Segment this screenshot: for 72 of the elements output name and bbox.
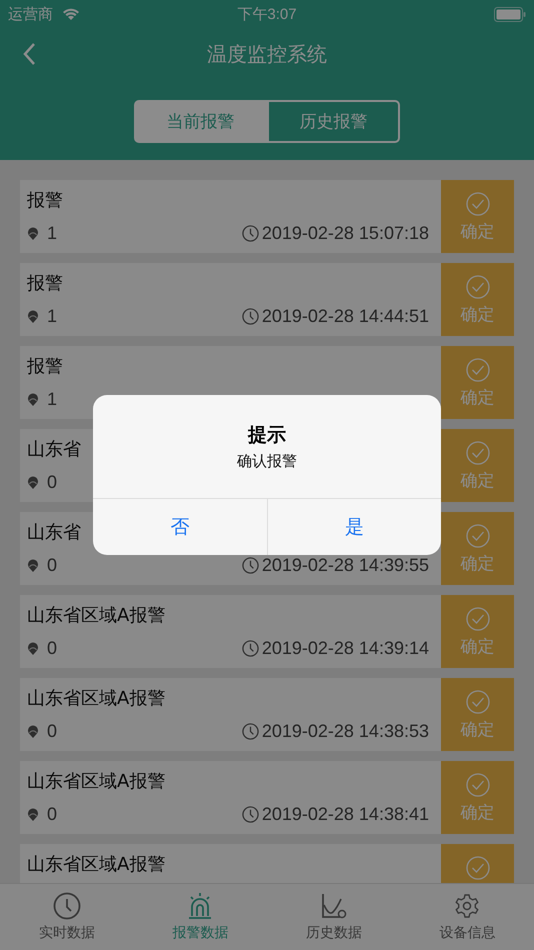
settings-icon (453, 892, 482, 920)
clock-icon (242, 556, 259, 574)
alarm-title: 报警 (27, 189, 63, 213)
tab-bar-item[interactable]: 设备信息 (400, 884, 534, 950)
check-circle-icon (466, 441, 490, 465)
page-title: 温度监控系统 (207, 40, 327, 68)
dialog-title: 提示 (248, 423, 286, 448)
confirm-button[interactable]: 确定 (441, 429, 514, 502)
confirm-button[interactable]: 确定 (441, 678, 514, 751)
alarm-title: 报警 (27, 355, 63, 379)
alarm-count: 1 (47, 389, 58, 409)
alarm-count: 0 (47, 555, 58, 575)
location-pin-icon (27, 392, 39, 406)
check-circle-icon (466, 524, 490, 548)
confirm-button[interactable]: 确定 (441, 263, 514, 336)
alarm-time: 2019-02-28 14:44:51 (262, 306, 429, 326)
alarm-title: 报警 (27, 272, 63, 296)
alarm-count: 1 (47, 223, 58, 243)
dialog-button[interactable]: 是 (268, 499, 441, 555)
alarm-title: 山东省区域A报警 (27, 604, 166, 628)
segment-tab[interactable]: 历史报警 (267, 100, 400, 143)
check-circle-icon (466, 773, 490, 797)
carrier-name: 运营商 (8, 4, 53, 24)
wifi-icon (61, 7, 81, 21)
location-pin-icon (27, 641, 39, 655)
location-pin-icon (27, 807, 39, 821)
clock-icon (242, 806, 259, 822)
location-pin-icon (27, 558, 39, 572)
check-circle-icon (466, 192, 490, 216)
alarm-count: 0 (47, 804, 58, 824)
clock-icon (242, 722, 259, 740)
alarm-title: 山东省 (27, 438, 81, 462)
alarm-count: 0 (47, 721, 58, 741)
alarm-time: 2019-02-28 14:39:14 (262, 638, 429, 658)
segment-tab[interactable]: 当前报警 (134, 100, 267, 143)
alarm-time: 2019-02-28 14:39:55 (262, 555, 429, 575)
alarm-count: 0 (47, 472, 58, 492)
check-circle-icon (466, 358, 490, 382)
clock-icon (242, 308, 259, 324)
location-pin-icon (27, 226, 39, 240)
alarm-title: 山东省区域A报警 (27, 687, 166, 711)
clock-icon (52, 892, 81, 920)
tab-bar-item[interactable]: 历史数据 (267, 884, 400, 950)
confirm-button[interactable]: 确定 (441, 761, 514, 834)
alarm-title: 山东省区域A报警 (27, 770, 166, 794)
confirm-button[interactable]: 确定 (441, 180, 514, 253)
line-chart-icon (320, 892, 348, 920)
location-pin-icon (27, 309, 39, 323)
clock-icon (242, 224, 259, 242)
alarm-title: 山东省 (27, 521, 81, 545)
clock-icon (242, 640, 259, 656)
confirm-button[interactable]: 确定 (441, 595, 514, 668)
tab-bar-item[interactable]: 实时数据 (0, 884, 134, 950)
status-time: 下午3:07 (237, 4, 297, 24)
check-circle-icon (466, 607, 490, 631)
alarm-count: 0 (47, 638, 58, 658)
alarm-time: 2019-02-28 14:38:53 (262, 721, 429, 741)
check-circle-icon (466, 275, 490, 299)
location-pin-icon (27, 724, 39, 738)
alarm-title: 山东省区域A报警 (27, 853, 166, 877)
location-pin-icon (27, 475, 39, 489)
dialog-message: 确认报警 (237, 452, 297, 471)
confirm-button[interactable]: 确定 (441, 512, 514, 585)
alarm-count: 1 (47, 306, 58, 326)
alarm-time: 2019-02-28 14:38:41 (262, 804, 429, 824)
dialog-button[interactable]: 否 (93, 499, 268, 555)
tab-bar-item[interactable]: 报警数据 (134, 884, 267, 950)
check-circle-icon (466, 690, 490, 714)
back-icon[interactable] (22, 42, 36, 66)
confirm-button[interactable]: 确定 (441, 346, 514, 419)
check-circle-icon (466, 856, 490, 880)
alarm-time: 2019-02-28 15:07:18 (262, 223, 429, 243)
